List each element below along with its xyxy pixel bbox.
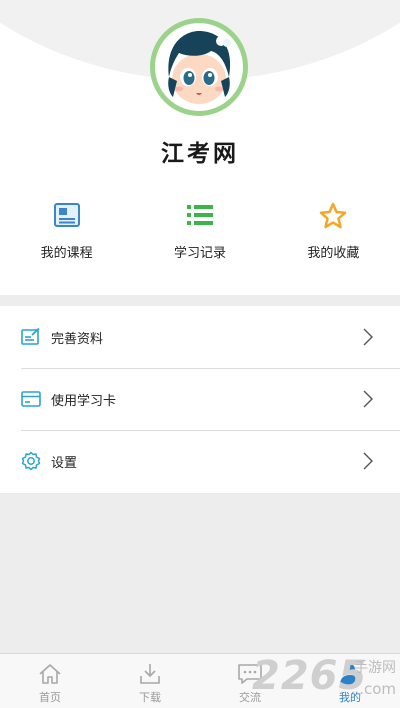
gear-icon (21, 451, 41, 471)
menu-item-label: 完善资料 (51, 331, 104, 347)
user-icon (337, 661, 363, 687)
tab-mine[interactable]: 我的 (300, 654, 400, 708)
menu-item-label: 设置 (51, 455, 78, 471)
quick-action-label: 我的课程 (40, 246, 93, 261)
menu-item-settings[interactable]: 设置 (0, 430, 400, 492)
quick-action-my-courses[interactable]: 我的课程 (0, 200, 133, 270)
tab-download[interactable]: 下载 (100, 654, 200, 708)
profile-header: 江考网 我的课程 学习记录 我的收藏 (0, 0, 400, 295)
chevron-right-icon (363, 452, 373, 470)
tab-label: 下载 (139, 691, 161, 704)
course-icon (52, 200, 82, 230)
quick-actions: 我的课程 学习记录 我的收藏 (0, 200, 400, 270)
bottom-tab-bar: 首页 下载 交流 我的 (0, 653, 400, 708)
star-icon (318, 200, 348, 230)
tab-label: 我的 (339, 691, 361, 704)
list-icon (185, 200, 215, 230)
home-icon (37, 661, 63, 687)
tab-label: 交流 (239, 691, 261, 704)
tab-home[interactable]: 首页 (0, 654, 100, 708)
quick-action-my-favorites[interactable]: 我的收藏 (267, 200, 400, 270)
tab-label: 首页 (39, 691, 61, 704)
chevron-right-icon (363, 328, 373, 346)
quick-action-label: 学习记录 (173, 246, 226, 261)
card-icon (21, 389, 41, 409)
quick-action-study-records[interactable]: 学习记录 (133, 200, 266, 270)
menu-item-complete-profile[interactable]: 完善资料 (0, 306, 400, 368)
menu-item-label: 使用学习卡 (51, 393, 117, 409)
avatar[interactable] (150, 18, 248, 116)
chat-icon (237, 661, 263, 687)
edit-profile-icon (21, 327, 41, 347)
quick-action-label: 我的收藏 (307, 246, 360, 261)
settings-menu: 完善资料 使用学习卡 设置 (0, 306, 400, 493)
download-icon (137, 661, 163, 687)
avatar-image (155, 23, 243, 111)
tab-community[interactable]: 交流 (200, 654, 300, 708)
chevron-right-icon (363, 390, 373, 408)
menu-item-use-study-card[interactable]: 使用学习卡 (0, 368, 400, 430)
app-name: 江考网 (161, 141, 239, 167)
cartoon-girl-avatar-icon (168, 31, 231, 104)
